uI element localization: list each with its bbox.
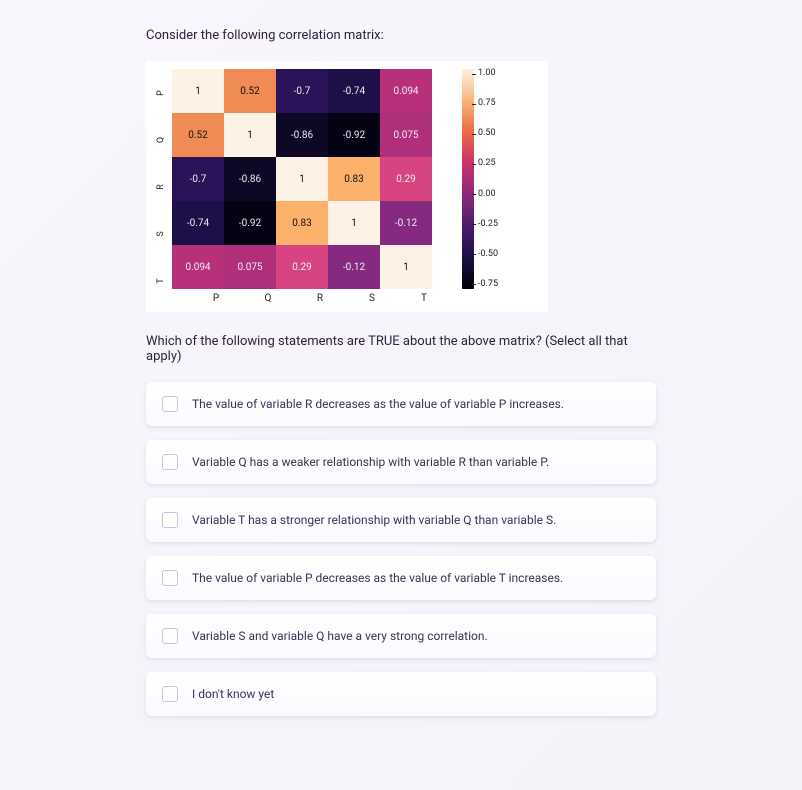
y-label: R (139, 180, 183, 194)
option-text: Variable T has a stronger relationship w… (192, 513, 556, 527)
answer-option[interactable]: I don't know yet (146, 672, 656, 716)
heatmap-cell: -0.86 (276, 113, 328, 157)
heatmap-cell: -0.7 (276, 69, 328, 113)
x-label: T (398, 293, 450, 304)
heatmap-cell: 0.075 (380, 113, 432, 157)
heatmap-cell: 0.83 (276, 201, 328, 245)
answer-option[interactable]: Variable T has a stronger relationship w… (146, 498, 656, 542)
checkbox-icon[interactable] (162, 454, 178, 470)
checkbox-icon[interactable] (162, 396, 178, 412)
heatmap-cell: 1 (380, 245, 432, 289)
checkbox-icon[interactable] (162, 512, 178, 528)
question-intro: Consider the following correlation matri… (146, 28, 656, 43)
answer-option[interactable]: The value of variable P decreases as the… (146, 556, 656, 600)
heatmap-grid: 10.52-0.7-0.740.0940.521-0.86-0.920.075-… (172, 69, 450, 289)
heatmap-y-labels: P Q R S T (154, 69, 168, 304)
checkbox-icon[interactable] (162, 570, 178, 586)
colorbar-tick: 0.00 (478, 190, 498, 199)
answer-option[interactable]: Variable Q has a weaker relationship wit… (146, 440, 656, 484)
heatmap-cell: 0.29 (276, 245, 328, 289)
x-label: S (346, 293, 398, 304)
y-label: Q (139, 133, 183, 147)
x-label: P (190, 293, 242, 304)
option-text: Variable Q has a weaker relationship wit… (192, 455, 549, 469)
colorbar-gradient (462, 69, 474, 289)
heatmap-cell: -0.74 (328, 69, 380, 113)
heatmap-x-labels: P Q R S T (190, 293, 450, 304)
heatmap-cell: -0.12 (328, 245, 380, 289)
heatmap-cell: -0.86 (224, 157, 276, 201)
y-label: P (139, 86, 183, 100)
correlation-heatmap: P Q R S T 10.52-0.7-0.740.0940.521-0.86-… (146, 61, 548, 312)
heatmap-cell: -0.7 (172, 157, 224, 201)
question-follow: Which of the following statements are TR… (146, 334, 656, 364)
colorbar-tick: 0.75 (478, 99, 498, 108)
heatmap-cell: 0.83 (328, 157, 380, 201)
checkbox-icon[interactable] (162, 686, 178, 702)
colorbar-tick: -0.25 (478, 220, 498, 229)
answer-option[interactable]: The value of variable R decreases as the… (146, 382, 656, 426)
heatmap-cell: -0.92 (328, 113, 380, 157)
y-label: S (139, 227, 183, 241)
option-text: The value of variable R decreases as the… (192, 397, 564, 411)
heatmap-cell: 0.075 (224, 245, 276, 289)
x-label: R (294, 293, 346, 304)
colorbar-tick: -0.50 (478, 250, 498, 259)
heatmap-cell: 1 (328, 201, 380, 245)
heatmap-cell: 0.29 (380, 157, 432, 201)
heatmap-cell: 0.52 (224, 69, 276, 113)
heatmap-cell: 0.094 (380, 69, 432, 113)
colorbar: 1.00 0.75 0.50 0.25 0.00 -0.25 -0.50 -0.… (462, 69, 498, 289)
heatmap-cell: 1 (224, 113, 276, 157)
colorbar-tick: 1.00 (478, 69, 498, 78)
answer-option[interactable]: Variable S and variable Q have a very st… (146, 614, 656, 658)
colorbar-tick: 0.25 (478, 159, 498, 168)
x-label: Q (242, 293, 294, 304)
checkbox-icon[interactable] (162, 628, 178, 644)
option-text: I don't know yet (192, 687, 274, 701)
y-label: T (139, 274, 183, 288)
option-text: Variable S and variable Q have a very st… (192, 629, 488, 643)
heatmap-cell: 1 (276, 157, 328, 201)
heatmap-cell: -0.92 (224, 201, 276, 245)
colorbar-tick: -0.75 (478, 280, 498, 289)
colorbar-ticks: 1.00 0.75 0.50 0.25 0.00 -0.25 -0.50 -0.… (478, 69, 498, 289)
heatmap-cell: -0.12 (380, 201, 432, 245)
colorbar-tick: 0.50 (478, 129, 498, 138)
option-text: The value of variable P decreases as the… (192, 571, 563, 585)
